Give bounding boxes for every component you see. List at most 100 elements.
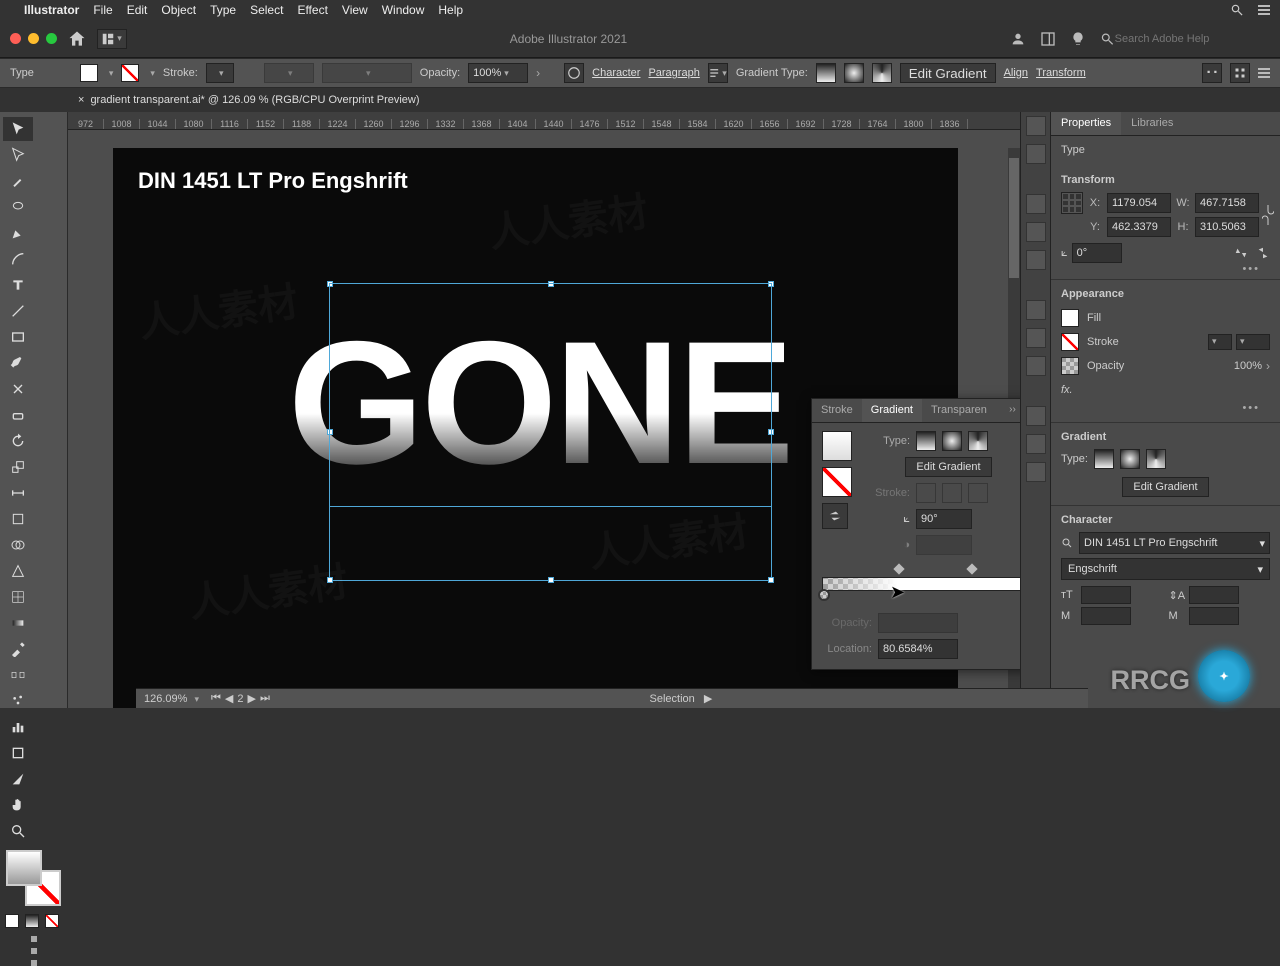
dock-layers-icon[interactable]: [1026, 406, 1046, 426]
rectangle-tool[interactable]: [3, 325, 33, 349]
layout-icon[interactable]: [1040, 31, 1056, 47]
dock-artboards-icon[interactable]: [1026, 462, 1046, 482]
artboard-number[interactable]: 2: [237, 693, 243, 705]
blend-tool[interactable]: [3, 663, 33, 687]
dock-stroke-icon[interactable]: [1026, 250, 1046, 270]
mesh-tool[interactable]: [3, 585, 33, 609]
gradient-midpoint-1[interactable]: [893, 563, 904, 574]
close-window-button[interactable]: [10, 33, 21, 44]
kerning-input[interactable]: [1081, 607, 1131, 625]
shaper-tool[interactable]: [3, 377, 33, 401]
gradient-panel-collapse-icon[interactable]: ››: [1003, 399, 1020, 422]
isolate-icon[interactable]: [1202, 63, 1222, 83]
flip-h-icon[interactable]: [1234, 246, 1248, 260]
font-size-input[interactable]: [1081, 586, 1131, 604]
eraser-tool[interactable]: [3, 403, 33, 427]
fill-indicator[interactable]: [6, 850, 42, 886]
user-icon[interactable]: [1010, 31, 1026, 47]
symbol-sprayer-tool[interactable]: [3, 689, 33, 713]
doc-tab-name[interactable]: gradient transparent.ai* @ 126.09 % (RGB…: [90, 94, 419, 106]
zoom-value[interactable]: 126.09%: [144, 693, 187, 705]
transform-h[interactable]: [1195, 217, 1259, 237]
screen-mode[interactable]: [24, 936, 44, 966]
canvas[interactable]: DIN 1451 LT Pro Engshrift GONE 人人素材 人人素材…: [68, 130, 1020, 708]
reference-point[interactable]: [1061, 192, 1083, 214]
control-grad-radial[interactable]: [844, 63, 864, 83]
menu-view[interactable]: View: [342, 3, 368, 17]
control-grad-linear[interactable]: [816, 63, 836, 83]
gradient-stop-left[interactable]: [818, 589, 830, 601]
hand-tool[interactable]: [3, 793, 33, 817]
doc-tab-close[interactable]: ×: [78, 94, 84, 106]
artboard-next[interactable]: ▶: [247, 692, 255, 705]
fill-stroke-indicator[interactable]: [6, 850, 61, 906]
menu-list-icon[interactable]: [1258, 5, 1270, 15]
zoom-dd[interactable]: [191, 693, 199, 705]
artboard-prev[interactable]: ◀: [225, 692, 233, 705]
stroke-dd[interactable]: [147, 67, 155, 79]
grad-type-radial[interactable]: [942, 431, 962, 451]
grad-angle-input[interactable]: [916, 509, 972, 529]
line-tool[interactable]: [3, 299, 33, 323]
zoom-tool[interactable]: [3, 819, 33, 843]
minimize-window-button[interactable]: [28, 33, 39, 44]
transform-more[interactable]: •••: [1061, 263, 1270, 275]
appearance-opacity-open[interactable]: [1266, 359, 1270, 373]
transform-link[interactable]: Transform: [1036, 67, 1086, 79]
menu-file[interactable]: File: [93, 3, 112, 17]
control-edit-gradient-button[interactable]: Edit Gradient: [900, 63, 996, 83]
appearance-opacity-value[interactable]: 100%: [1234, 360, 1262, 372]
menu-edit[interactable]: Edit: [127, 3, 148, 17]
tracking-input[interactable]: [1189, 607, 1239, 625]
grad-location-input[interactable]: [878, 639, 958, 659]
dock-symbols-icon[interactable]: [1026, 222, 1046, 242]
prop-grad-linear[interactable]: [1094, 449, 1114, 469]
recolor-icon[interactable]: [564, 63, 584, 83]
maximize-window-button[interactable]: [46, 33, 57, 44]
dock-gradient-icon[interactable]: [1026, 300, 1046, 320]
width-tool[interactable]: [3, 481, 33, 505]
slice-tool[interactable]: [3, 767, 33, 791]
menu-effect[interactable]: Effect: [297, 3, 327, 17]
appearance-opacity-swatch[interactable]: [1061, 357, 1079, 375]
fill-dd[interactable]: [106, 67, 114, 79]
stroke-swatch[interactable]: [121, 64, 139, 82]
transform-x[interactable]: [1107, 193, 1171, 213]
grad-edit-gradient-button[interactable]: Edit Gradient: [905, 457, 991, 477]
free-transform-tool[interactable]: [3, 507, 33, 531]
draw-normal[interactable]: [5, 914, 19, 928]
dock-assets-icon[interactable]: [1026, 434, 1046, 454]
grad-type-linear[interactable]: [916, 431, 936, 451]
gradient-panel-tab-stroke[interactable]: Stroke: [812, 399, 862, 422]
lasso-tool[interactable]: [3, 195, 33, 219]
menu-type[interactable]: Type: [210, 3, 236, 17]
menu-select[interactable]: Select: [250, 3, 283, 17]
selection-tool[interactable]: [3, 117, 33, 141]
font-search-icon[interactable]: [1061, 537, 1073, 549]
brush-def[interactable]: [322, 63, 412, 83]
tab-libraries[interactable]: Libraries: [1121, 112, 1183, 135]
fill-swatch[interactable]: [80, 64, 98, 82]
font-style-select[interactable]: Engschrift▾: [1061, 558, 1270, 580]
gradient-stroke-swatch[interactable]: [822, 467, 852, 497]
opacity-panel-open[interactable]: [536, 66, 540, 80]
scale-tool[interactable]: [3, 455, 33, 479]
magic-wand-tool[interactable]: [3, 169, 33, 193]
dock-swatches-icon[interactable]: [1026, 144, 1046, 164]
help-search-input[interactable]: [1115, 33, 1270, 45]
paintbrush-tool[interactable]: [3, 351, 33, 375]
perspective-tool[interactable]: [3, 559, 33, 583]
dock-appearance-icon[interactable]: [1026, 356, 1046, 376]
control-grad-freeform[interactable]: [872, 63, 892, 83]
draw-gradient[interactable]: [25, 914, 39, 928]
para-options[interactable]: [708, 63, 728, 83]
dock-transparency-icon[interactable]: [1026, 328, 1046, 348]
column-graph-tool[interactable]: [3, 715, 33, 739]
grad-type-freeform[interactable]: [968, 431, 988, 451]
eyedropper-tool[interactable]: [3, 637, 33, 661]
search-icon-menubar[interactable]: [1230, 3, 1244, 17]
draw-none[interactable]: [45, 914, 59, 928]
menu-app-name[interactable]: Illustrator: [24, 3, 79, 17]
paragraph-link[interactable]: Paragraph: [648, 67, 699, 79]
align-link[interactable]: Align: [1004, 67, 1028, 79]
